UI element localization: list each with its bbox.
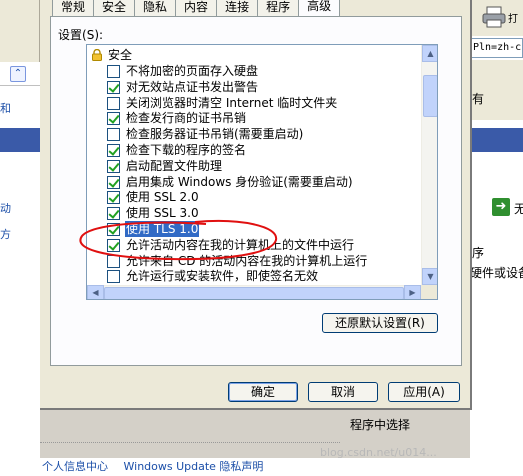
print-button-label[interactable]: 打 xyxy=(508,10,518,25)
tab-security[interactable]: 安全 xyxy=(93,0,136,16)
tab-connections[interactable]: 连接 xyxy=(216,0,259,16)
right-fragment-text: 序 xyxy=(472,246,485,260)
setting-checkbox[interactable] xyxy=(107,112,120,126)
right-fragment-text: 有 xyxy=(472,92,485,106)
setting-label: 启动配置文件助理 xyxy=(126,158,223,173)
tab-privacy[interactable]: 隐私 xyxy=(134,0,177,16)
setting-label: 启用集成 Windows 身份验证(需要重启动) xyxy=(126,174,353,189)
right-fragment-text: 无 xyxy=(514,202,523,216)
setting-checkbox[interactable] xyxy=(107,223,120,236)
collapse-chevron-icon[interactable]: ⌃ xyxy=(10,66,26,82)
scroll-left-icon[interactable]: ◀ xyxy=(87,285,104,299)
scroll-down-icon[interactable]: ▼ xyxy=(422,268,437,285)
printer-icon[interactable] xyxy=(482,6,506,28)
setting-checkbox[interactable] xyxy=(107,96,120,110)
left-side-text: 动 xyxy=(0,202,11,215)
settings-label-text: 设置 xyxy=(58,28,83,42)
address-bar-fragment[interactable]: Pln=zh-cn xyxy=(470,38,523,58)
tab-general[interactable]: 常规 xyxy=(52,0,95,16)
vertical-scroll-thumb[interactable] xyxy=(423,75,437,117)
footer-link-personal-center[interactable]: 个人信息中心 xyxy=(42,460,108,473)
background-blue-band-right xyxy=(470,128,523,152)
background-text: 程序中选择 xyxy=(350,418,411,432)
setting-checkbox[interactable] xyxy=(107,65,120,78)
tab-advanced[interactable]: 高级 xyxy=(298,0,341,16)
lock-icon xyxy=(92,49,102,61)
setting-label: 使用 SSL 2.0 xyxy=(126,190,199,205)
internet-options-dialog: 常规 安全 隐私 内容 连接 程序 高级 设置(S): 安全 不将加密的页面存入… xyxy=(40,0,472,410)
setting-checkbox[interactable] xyxy=(107,144,120,157)
apply-button[interactable]: 应用(A) xyxy=(388,382,460,402)
setting-label: 不将加密的页面存入硬盘 xyxy=(126,64,259,78)
setting-label: 使用 SSL 3.0 xyxy=(126,206,199,221)
divider xyxy=(40,442,340,443)
setting-checkbox[interactable] xyxy=(107,238,120,252)
background-blue-band xyxy=(0,128,40,152)
ok-button[interactable]: 确定 xyxy=(228,382,298,402)
setting-label: 检查发行商的证书吊销 xyxy=(126,111,247,126)
setting-checkbox[interactable] xyxy=(107,159,120,173)
background-toolbar-left xyxy=(0,0,40,62)
scroll-right-icon[interactable]: ▶ xyxy=(404,285,421,299)
settings-list[interactable]: 安全 不将加密的页面存入硬盘 对无效站点证书发出警告 关闭浏览器时清空 Intern… xyxy=(86,44,438,300)
setting-checkbox[interactable] xyxy=(107,128,120,142)
right-fragment-text: 硬件或设备 xyxy=(470,266,523,280)
footer-link-windows-update[interactable]: Windows Update 隐私声明 xyxy=(124,460,264,473)
setting-label: 允许活动内容在我的计算机上的文件中运行 xyxy=(126,237,355,252)
setting-label: 检查下载的程序的签名 xyxy=(126,143,247,157)
cancel-button[interactable]: 取消 xyxy=(308,382,378,402)
tab-content[interactable]: 内容 xyxy=(175,0,218,16)
setting-label: 使用 TLS 1.0 xyxy=(125,221,200,237)
setting-label: 允许来自 CD 的活动内容在我的计算机上运行 xyxy=(126,253,368,268)
setting-checkbox[interactable] xyxy=(107,207,120,221)
left-side-text: 方 xyxy=(0,228,11,241)
setting-label: 检查服务器证书吊销(需要重启动) xyxy=(126,127,304,142)
arrow-right-icon[interactable]: ➜ xyxy=(492,198,510,216)
setting-checkbox[interactable] xyxy=(107,191,120,205)
section-header-label: 安全 xyxy=(108,48,133,62)
restore-defaults-button[interactable]: 还原默认设置(R) xyxy=(322,313,438,333)
scrollbar-corner xyxy=(421,285,437,299)
setting-checkbox[interactable] xyxy=(107,80,120,94)
setting-checkbox[interactable] xyxy=(107,175,120,189)
settings-list-items: 安全 不将加密的页面存入硬盘 对无效站点证书发出警告 关闭浏览器时清空 Intern… xyxy=(87,45,421,285)
setting-label: 对无效站点证书发出警告 xyxy=(126,79,259,94)
setting-checkbox[interactable] xyxy=(107,270,120,284)
scroll-up-icon[interactable]: ▲ xyxy=(422,45,437,62)
setting-label: 允许运行或安装软件，即使签名无效 xyxy=(126,269,319,284)
background-footer: 个人信息中心 Windows Update 隐私声明 xyxy=(0,458,523,476)
tab-strip: 常规 安全 隐私 内容 连接 程序 高级 xyxy=(52,0,341,16)
setting-checkbox[interactable] xyxy=(107,254,120,268)
left-side-text: 和 xyxy=(0,102,11,115)
tab-programs[interactable]: 程序 xyxy=(257,0,300,16)
setting-label: 关闭浏览器时清空 Internet 临时文件夹 xyxy=(126,95,338,110)
settings-label-hotkey: (S): xyxy=(82,28,104,42)
horizontal-scrollbar[interactable]: ◀ ▶ xyxy=(87,285,421,299)
horizontal-scroll-thumb[interactable] xyxy=(104,287,404,299)
settings-label: 设置(S): xyxy=(58,26,103,43)
vertical-scrollbar[interactable]: ▲ ▼ xyxy=(421,45,437,285)
